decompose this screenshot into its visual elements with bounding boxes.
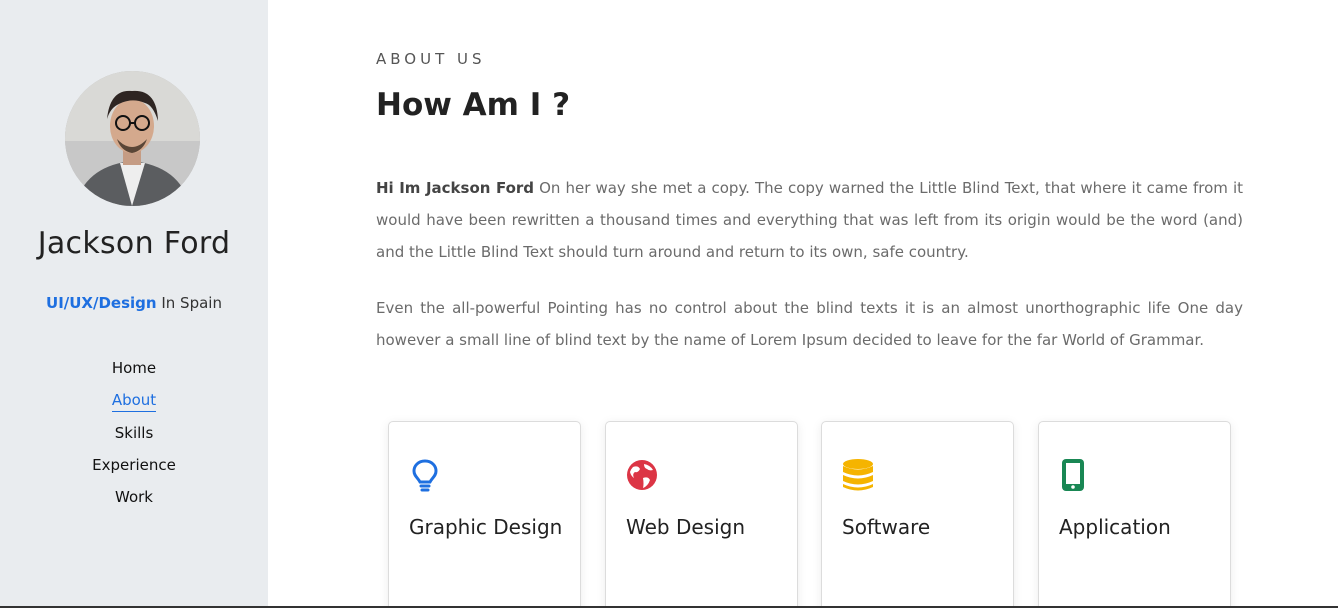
service-card-graphic-design[interactable]: Graphic Design <box>388 421 581 608</box>
nav-link-skills[interactable]: Skills <box>115 424 154 444</box>
nav-item-about: About <box>0 390 268 422</box>
intro-paragraph: Hi Im Jackson Ford On her way she met a … <box>376 172 1243 268</box>
nav-item-home: Home <box>0 358 268 390</box>
service-card-application[interactable]: Application <box>1038 421 1231 608</box>
service-card-web-design[interactable]: Web Design <box>605 421 798 608</box>
card-label: Graphic Design <box>409 515 563 539</box>
mobile-icon <box>1059 458 1091 492</box>
nav-link-about[interactable]: About <box>111 391 157 413</box>
avatar <box>65 71 200 206</box>
role-accent: UI/UX/Design <box>46 294 157 312</box>
nav-link-work[interactable]: Work <box>115 488 153 508</box>
card-label: Software <box>842 515 931 539</box>
card-label: Web Design <box>626 515 746 539</box>
nav-link-experience[interactable]: Experience <box>92 456 176 476</box>
nav-item-skills: Skills <box>0 423 268 455</box>
service-card-software[interactable]: Software <box>821 421 1014 608</box>
globe-icon <box>626 458 658 492</box>
lightbulb-icon <box>409 458 441 492</box>
profile-name: Jackson Ford <box>37 226 231 261</box>
second-paragraph: Even the all-powerful Pointing has no co… <box>376 299 1243 349</box>
section-eyebrow: ABOUT US <box>376 50 486 68</box>
profile-role: UI/UX/Design In Spain <box>0 294 268 312</box>
sidebar: Jackson Ford UI/UX/Design In Spain Home … <box>0 0 268 608</box>
database-icon <box>842 458 874 492</box>
nav-link-home[interactable]: Home <box>112 359 156 379</box>
card-label: Application <box>1059 515 1171 539</box>
nav-item-experience: Experience <box>0 455 268 487</box>
page-title: How Am I ? <box>376 87 571 123</box>
intro-bold: Hi Im Jackson Ford <box>376 179 535 197</box>
sidebar-nav: Home About Skills Experience Work <box>0 358 268 519</box>
role-location: In Spain <box>156 294 222 312</box>
nav-item-work: Work <box>0 487 268 519</box>
avatar-image <box>65 71 200 206</box>
